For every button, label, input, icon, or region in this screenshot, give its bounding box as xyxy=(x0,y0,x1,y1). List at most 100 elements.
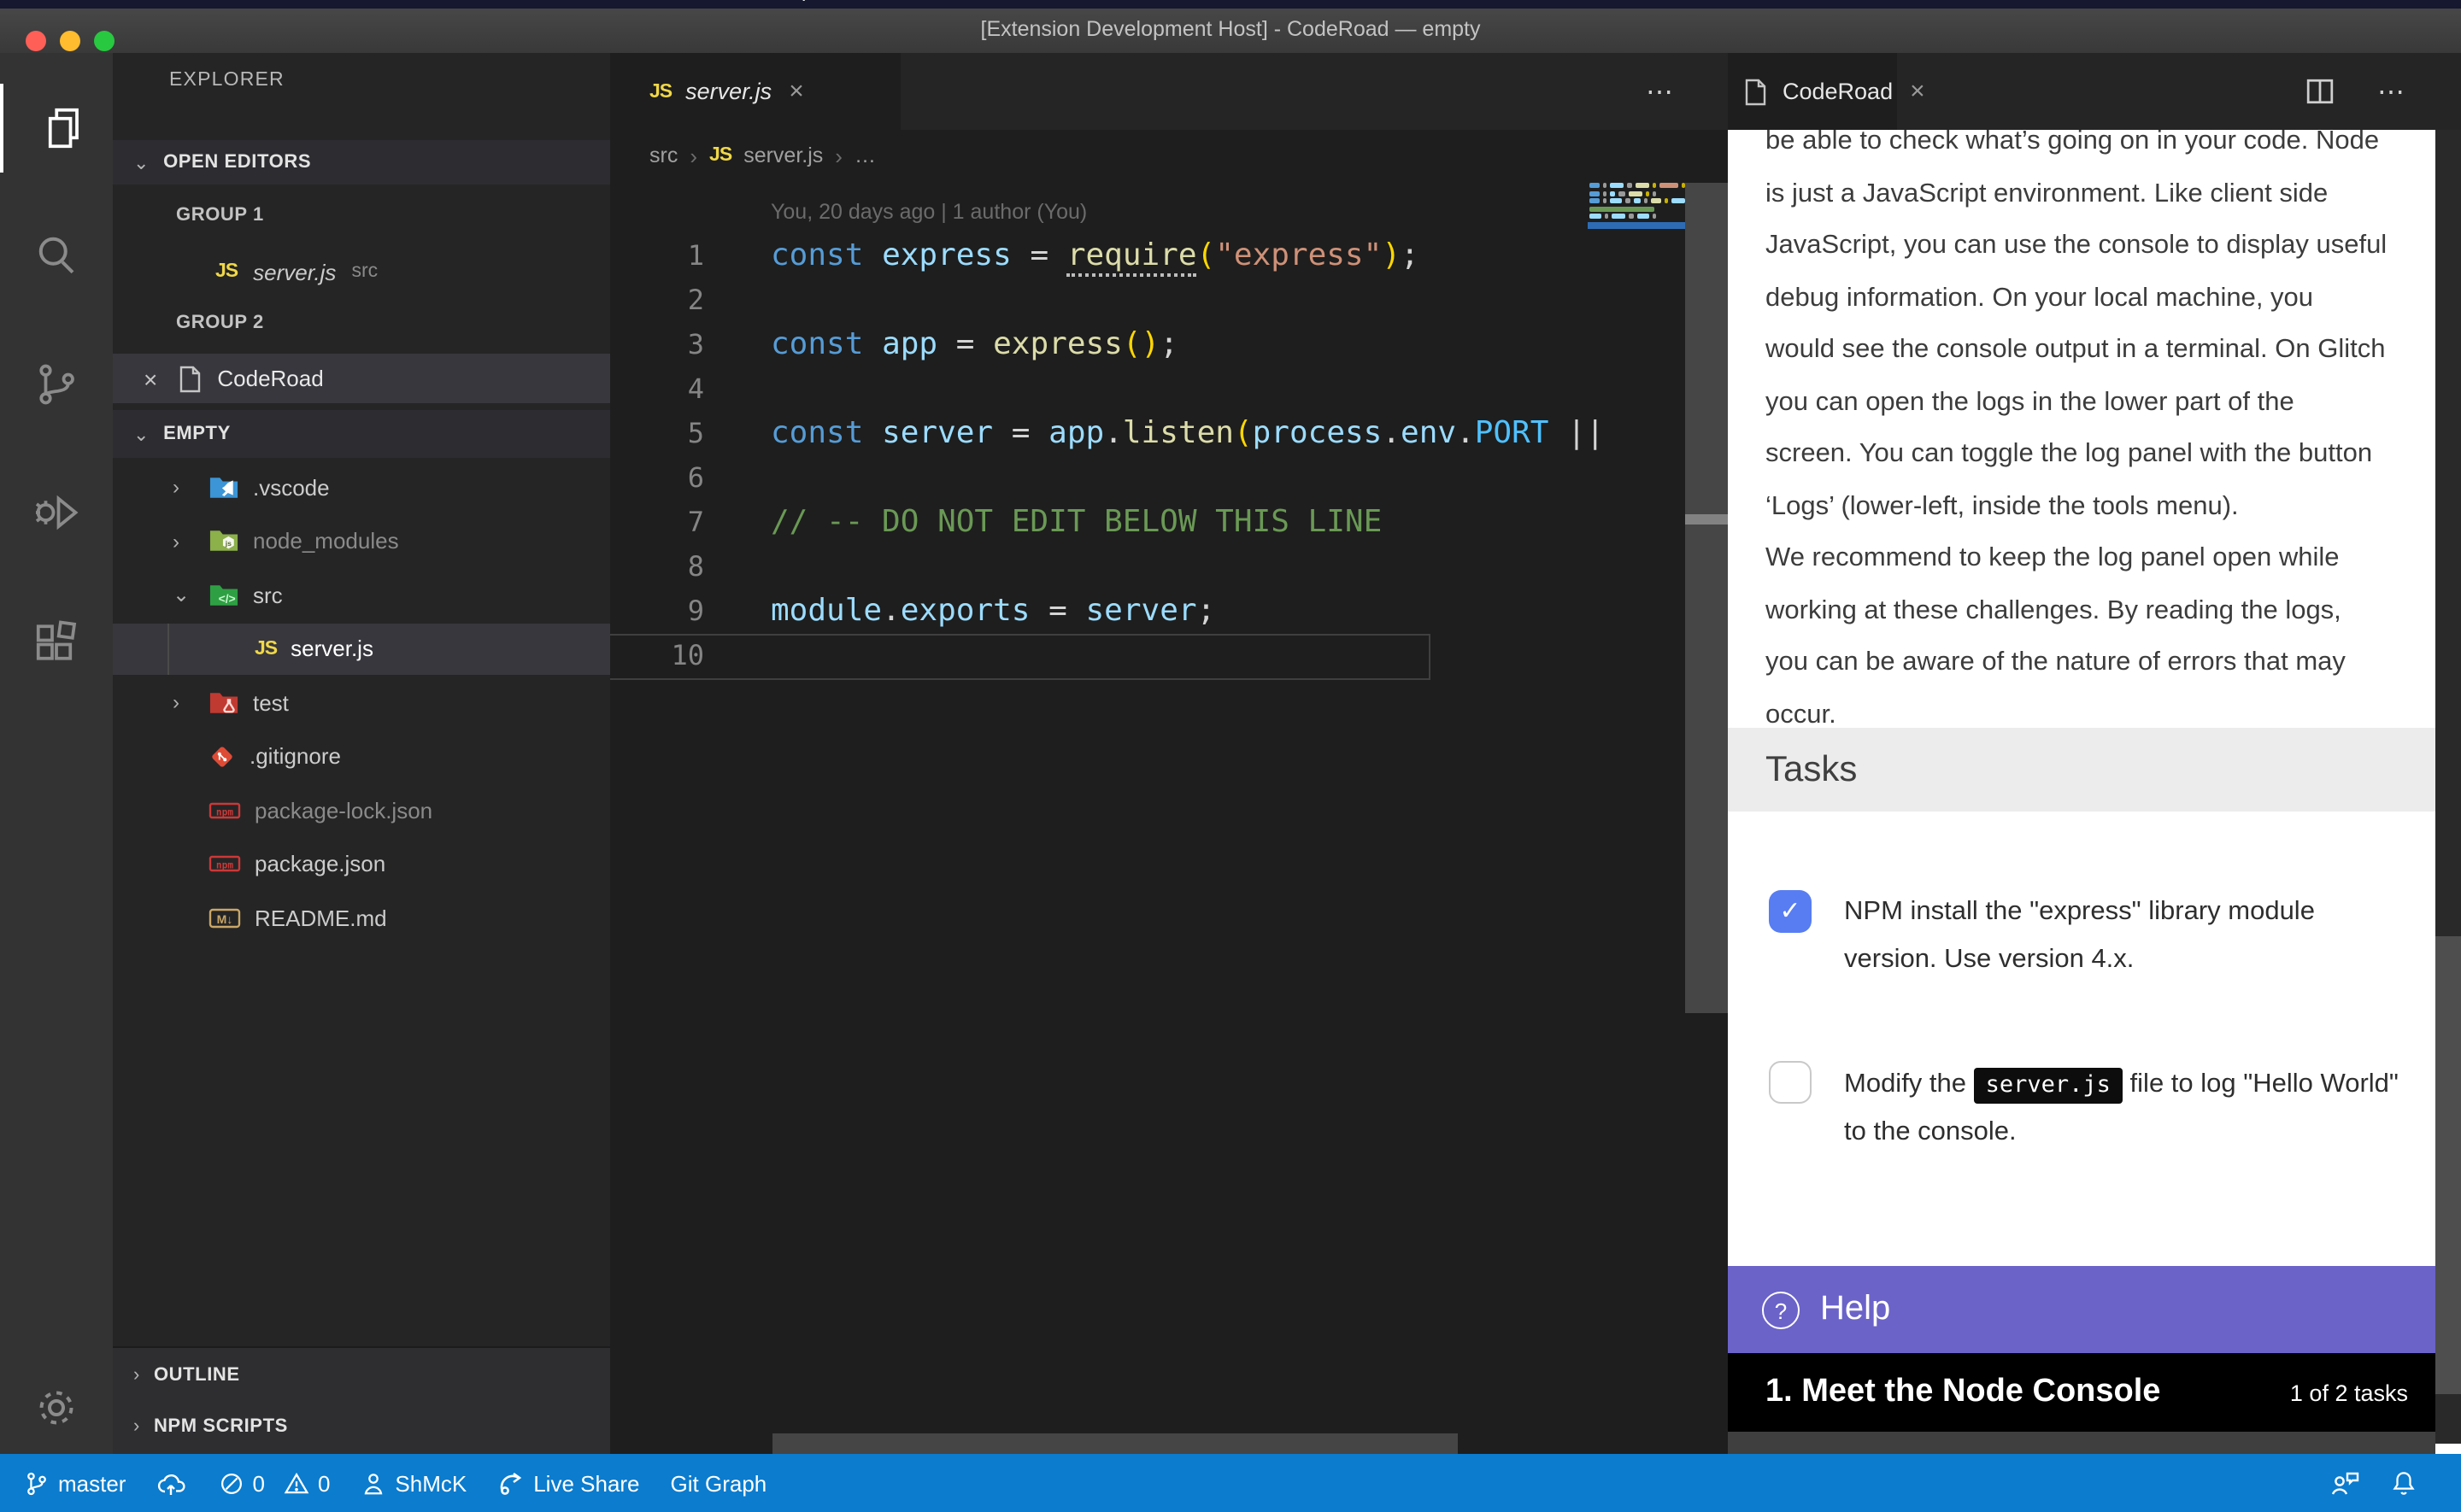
code-line-8[interactable]: 8 xyxy=(610,545,1588,589)
tree-item-label: package.json xyxy=(255,851,385,876)
status-item-bell[interactable] xyxy=(2391,1469,2417,1497)
code-line-1[interactable]: 1const express = require("express"); xyxy=(610,234,1588,278)
lesson-text: be able to check what’s going on in your… xyxy=(1765,130,2387,741)
scrollbar-thumb[interactable] xyxy=(2435,936,2461,1394)
editor-group: JS server.js × ⋯ src › JS server.js › … … xyxy=(610,53,1728,1454)
menu-item-file[interactable]: File xyxy=(98,0,132,2)
question-circle-icon: ? xyxy=(1762,1291,1800,1328)
webview-scrollbar[interactable] xyxy=(2435,130,2461,1454)
lesson-text-line: is just a JavaScript environment. Like c… xyxy=(1765,168,2387,220)
npm-scripts-section-header[interactable]: › NPM SCRIPTS xyxy=(113,1401,610,1452)
outline-section-header[interactable]: › OUTLINE xyxy=(113,1348,610,1401)
warning-triangle-icon xyxy=(284,1470,309,1496)
code-line-3[interactable]: 3const app = express(); xyxy=(610,323,1588,367)
menu-item-terminal[interactable]: Terminal xyxy=(555,0,633,2)
split-editor-button[interactable] xyxy=(2305,53,2335,130)
status-item-live-share[interactable]: Live Share xyxy=(497,1469,639,1497)
editor-more-actions[interactable]: ⋯ xyxy=(1646,53,1673,130)
code-line-6[interactable]: 6 xyxy=(610,456,1588,501)
menu-item-window[interactable]: Window xyxy=(666,0,738,2)
minimap[interactable] xyxy=(1588,179,1685,282)
cloud-upload-icon xyxy=(156,1470,187,1496)
status-item-shmck[interactable]: ShMcK xyxy=(361,1470,467,1496)
status-item-git-graph[interactable]: Git Graph xyxy=(671,1470,767,1496)
tree-item-package-json[interactable]: npm package.json xyxy=(113,838,610,889)
tree-item-node-modules[interactable]: ›jsnode_modules xyxy=(113,515,610,566)
menu-item-go[interactable]: Go xyxy=(426,0,453,2)
menu-item-code[interactable]: Code xyxy=(17,0,66,2)
tab-coderoad[interactable]: CodeRoad × xyxy=(1728,53,1897,130)
coderoad-more-actions[interactable]: ⋯ xyxy=(2377,53,2405,130)
task-checkbox[interactable] xyxy=(1769,1061,1812,1104)
menu-item-view[interactable]: View xyxy=(349,0,393,2)
close-tab-icon[interactable]: × xyxy=(789,77,804,106)
lesson-text-line: screen. You can toggle the log panel wit… xyxy=(1765,429,2387,481)
tree-item-src[interactable]: ⌄</>src xyxy=(113,569,610,620)
code-line-4[interactable]: 4 xyxy=(610,367,1588,412)
menu-item-help[interactable]: Help xyxy=(771,0,813,2)
status-item-cloud-upload[interactable] xyxy=(156,1470,187,1496)
tree-item-server-js[interactable]: JSserver.js xyxy=(113,623,610,674)
activity-bar xyxy=(0,53,113,1454)
close-tab-icon[interactable]: × xyxy=(1910,77,1925,106)
coderoad-webview: be able to check what’s going on in your… xyxy=(1728,130,2435,1454)
editor-vertical-scrollbar[interactable] xyxy=(1685,183,1728,1013)
lesson-progress-bar[interactable]: 1. Meet the Node Console 1 of 2 tasks xyxy=(1728,1353,2435,1432)
tab-serverjs[interactable]: JS server.js × xyxy=(610,53,901,130)
help-section[interactable]: ? Help xyxy=(1728,1266,2435,1353)
breadcrumb-symbol[interactable]: … xyxy=(855,144,876,167)
status-item-0-0[interactable]: 0 0 xyxy=(218,1470,330,1496)
code-line-2[interactable]: 2 xyxy=(610,278,1588,323)
help-label: Help xyxy=(1820,1290,1890,1329)
folder-section-header-empty[interactable]: ⌄ EMPTY xyxy=(113,410,610,458)
open-editors-section-header[interactable]: ⌄ OPEN EDITORS xyxy=(113,140,610,185)
breadcrumb-folder[interactable]: src xyxy=(649,144,678,167)
activity-item-source-control[interactable] xyxy=(0,340,113,429)
status-item-label: Live Share xyxy=(533,1470,639,1496)
code-line-9[interactable]: 9module.exports = server; xyxy=(610,589,1588,634)
tree-item-readme-md[interactable]: M↓README.md xyxy=(113,892,610,943)
activity-item-search[interactable] xyxy=(0,210,113,299)
activity-item-settings-gear[interactable] xyxy=(0,1363,113,1452)
svg-text:js: js xyxy=(225,539,232,548)
activity-item-explorer[interactable] xyxy=(0,84,116,173)
close-icon[interactable]: × xyxy=(144,365,157,392)
tree-item-label: .vscode xyxy=(253,474,330,500)
activity-item-extensions[interactable] xyxy=(0,598,113,687)
open-editor-item-serverjs[interactable]: JS server.js src xyxy=(113,248,610,296)
inline-code: server.js xyxy=(1974,1068,2123,1104)
menu-item-selection[interactable]: Selection xyxy=(232,0,316,2)
status-item-master[interactable]: master xyxy=(24,1470,126,1496)
minimap-line xyxy=(1589,190,1656,196)
menu-item-edit[interactable]: Edit xyxy=(164,0,199,2)
code-line-5[interactable]: 5const server = app.listen(process.env.P… xyxy=(610,412,1588,456)
menu-item-run[interactable]: Run xyxy=(485,0,523,2)
editor-tab-bar: JS server.js × ⋯ xyxy=(610,53,1728,130)
editor-horizontal-scrollbar[interactable] xyxy=(772,1433,1458,1454)
breadcrumb[interactable]: src › JS server.js › … xyxy=(649,130,876,181)
minimap-line xyxy=(1589,183,1685,188)
line-number: 3 xyxy=(610,323,704,367)
npm-icon: npm xyxy=(209,853,241,875)
person-icon xyxy=(361,1470,386,1496)
js-icon: JS xyxy=(255,638,277,659)
menubar-clock: Sat 3:45 PM xyxy=(2324,0,2437,2)
code-line-7[interactable]: 7// -- DO NOT EDIT BELOW THIS LINE xyxy=(610,501,1588,545)
open-editor-item-coderoad[interactable]: × CodeRoad xyxy=(113,354,610,403)
live-share-icon xyxy=(497,1469,525,1497)
status-bar: master 0 0 ShMcK Live Share Git Graph xyxy=(0,1454,2461,1512)
code-line-10[interactable]: 10 xyxy=(610,634,1588,678)
file-icon xyxy=(1743,78,1767,105)
tree-item-test[interactable]: ›test xyxy=(113,677,610,728)
tree-item--gitignore[interactable]: .gitignore xyxy=(113,730,610,782)
scrollbar-thumb[interactable] xyxy=(1685,514,1728,525)
breadcrumb-file[interactable]: server.js xyxy=(743,144,823,167)
tree-item--vscode[interactable]: ›.vscode xyxy=(113,461,610,513)
lesson-text-line: We recommend to keep the log panel open … xyxy=(1765,533,2387,585)
activity-item-run-debug[interactable] xyxy=(0,468,113,557)
task-checkbox[interactable]: ✓ xyxy=(1769,890,1812,933)
status-item-feedback[interactable] xyxy=(2329,1469,2360,1497)
tree-item-package-lock-json[interactable]: npmpackage-lock.json xyxy=(113,784,610,835)
menu-status-area: Sat 3:45 PM xyxy=(2324,0,2437,2)
macos-menu-bar[interactable]: Code File Edit Selection View Go Run Terminal Wi… xyxy=(0,0,2461,9)
